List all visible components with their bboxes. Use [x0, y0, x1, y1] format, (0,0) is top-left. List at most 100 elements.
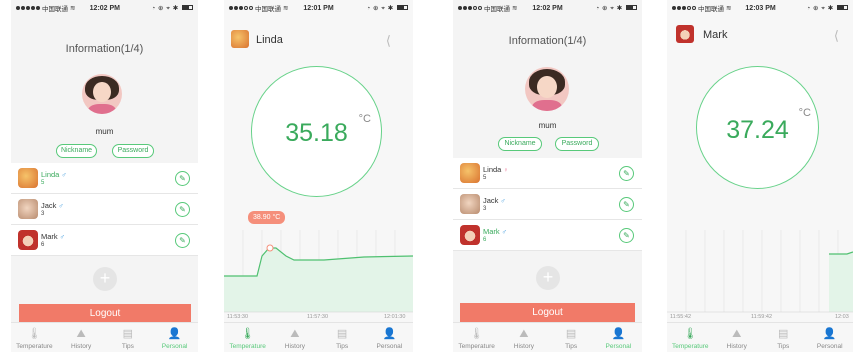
status-bar: 中国联通 ≋ 12:02 PM ◔ ⊕ ⌖ ✱ — [11, 0, 198, 16]
tab-temperature[interactable]: 🌡 Temperature — [667, 323, 714, 352]
tips-icon: ▤ — [336, 328, 348, 340]
nickname-display: mum — [95, 127, 114, 136]
list-item[interactable]: Jack ♂ 3 ✎ — [453, 189, 642, 220]
page-title: Information(1/4) — [508, 35, 587, 47]
status-time: 12:01 PM — [303, 4, 334, 12]
carrier: 中国联通 — [42, 6, 68, 13]
tab-personal[interactable]: 👤 Personal — [151, 323, 198, 352]
battery-icon — [397, 5, 409, 11]
list-item[interactable]: Mark ♂ 6 ✎ — [11, 225, 198, 256]
tab-personal[interactable]: 👤 Personal — [366, 323, 413, 352]
list-item[interactable]: Linda ♂ 5 ✎ — [11, 163, 198, 194]
status-bar: 中国联通 ≋ 12:01 PM ◔ ⊕ ⌖ ✱ — [224, 0, 413, 16]
status-time: 12:02 PM — [532, 4, 563, 12]
tab-temperature[interactable]: 🌡 Temperature — [11, 323, 58, 352]
profile-avatar[interactable] — [231, 30, 249, 48]
peak-tooltip: 38.90 °C — [248, 211, 286, 224]
member-value: 6 — [41, 242, 45, 248]
tab-tips[interactable]: ▤ Tips — [319, 323, 366, 352]
tab-history[interactable]: ⛰ History — [714, 323, 761, 352]
tab-personal[interactable]: 👤 Personal — [807, 323, 853, 352]
nickname-button[interactable]: Nickname — [56, 144, 97, 158]
member-avatar — [18, 230, 38, 250]
tab-history[interactable]: ⛰ History — [271, 323, 318, 352]
thermometer-icon: 🌡 — [27, 328, 42, 340]
list-item[interactable]: Jack ♂ 3 ✎ — [11, 194, 198, 225]
member-value: 3 — [41, 211, 45, 217]
add-member-button[interactable]: + — [93, 267, 117, 291]
logout-button[interactable]: Logout — [460, 303, 635, 322]
signal-icon — [458, 6, 482, 10]
history-icon: ⛰ — [732, 328, 742, 340]
screenshot-collage: 中国联通 ≋ 12:02 PM ◔ ⊕ ⌖ ✱ Information(1/4) … — [0, 0, 853, 352]
member-avatar — [18, 168, 38, 188]
screen-temperature-mark: 中国联通 ≋ 12:03 PM ◔ ⊕ ⌖ ✱ Mark ⟨ 37.24 °C 1… — [667, 0, 853, 352]
tab-personal[interactable]: 👤 Personal — [595, 323, 642, 352]
history-icon: ⛰ — [290, 328, 300, 340]
member-avatar — [460, 194, 480, 214]
profile-avatar[interactable] — [676, 25, 694, 43]
share-icon[interactable]: ⟨ — [834, 28, 839, 44]
member-list: Linda ♂ 5 ✎ Jack ♂ 3 ✎ Mark ♂ 6 ✎ — [11, 163, 198, 256]
person-icon: 👤 — [382, 328, 397, 340]
tab-temperature[interactable]: 🌡 Temperature — [224, 323, 271, 352]
temperature-reading: 37.24 — [726, 116, 789, 144]
password-button[interactable]: Password — [555, 137, 599, 151]
screen-temperature-linda: 中国联通 ≋ 12:01 PM ◔ ⊕ ⌖ ✱ Linda ⟨ 35.18 °C … — [224, 0, 413, 352]
add-member-button[interactable]: + — [536, 266, 560, 290]
nickname-button[interactable]: Nickname — [498, 137, 542, 151]
edit-icon[interactable]: ✎ — [619, 197, 634, 212]
member-name: Jack — [483, 196, 499, 205]
status-icons: ◔ ⊕ ⌖ ✱ — [577, 4, 638, 13]
status-bar: 中国联通 ≋ 12:02 PM ◔ ⊕ ⌖ ✱ — [453, 0, 642, 16]
edit-icon[interactable]: ✎ — [175, 202, 190, 217]
x-tick: 12:03 — [835, 314, 849, 320]
avatar[interactable] — [82, 74, 122, 114]
edit-icon[interactable]: ✎ — [619, 166, 634, 181]
edit-icon[interactable]: ✎ — [175, 233, 190, 248]
tab-bar: 🌡 Temperature ⛰ History ▤ Tips 👤 Personal — [667, 322, 853, 352]
thermometer-icon: 🌡 — [683, 328, 698, 340]
male-icon: ♂ — [58, 203, 64, 210]
edit-icon[interactable]: ✎ — [175, 171, 190, 186]
status-time: 12:02 PM — [89, 4, 121, 12]
edit-icon[interactable]: ✎ — [619, 228, 634, 243]
person-icon: 👤 — [167, 328, 182, 340]
list-item[interactable]: Mark ♂ 6 ✎ — [453, 220, 642, 251]
status-icons: ◔ ⊕ ⌖ ✱ — [790, 4, 849, 13]
signal-icon — [229, 6, 253, 10]
screen-personal-2: 中国联通 ≋ 12:02 PM ◔ ⊕ ⌖ ✱ Information(1/4) … — [453, 0, 642, 352]
logout-button[interactable]: Logout — [19, 304, 191, 323]
status-time: 12:03 PM — [745, 4, 776, 12]
member-name: Linda — [41, 170, 60, 179]
member-avatar — [460, 163, 480, 183]
thermometer-icon: 🌡 — [240, 328, 255, 340]
temperature-chart: 11:53:30 11:57:30 12:01:30 — [224, 230, 413, 322]
member-list: Linda ♀ 5 ✎ Jack ♂ 3 ✎ Mark ♂ 6 ✎ — [453, 158, 642, 251]
tab-history[interactable]: ⛰ History — [500, 323, 547, 352]
share-icon[interactable]: ⟨ — [386, 33, 391, 49]
password-button[interactable]: Password — [112, 144, 154, 158]
list-item[interactable]: Linda ♀ 5 ✎ — [453, 158, 642, 189]
status-icons: ◔ ⊕ ⌖ ✱ — [134, 4, 194, 13]
male-icon: ♂ — [501, 229, 507, 236]
member-value: 3 — [483, 206, 487, 212]
tab-tips[interactable]: ▤ Tips — [548, 323, 595, 352]
x-tick: 11:59:42 — [751, 314, 773, 320]
page-title: Information(1/4) — [65, 43, 144, 55]
tab-tips[interactable]: ▤ Tips — [760, 323, 807, 352]
person-icon: 👤 — [822, 328, 837, 340]
tips-icon: ▤ — [565, 328, 577, 340]
battery-icon — [626, 5, 638, 11]
avatar[interactable] — [525, 67, 569, 111]
profile-name: Linda — [256, 34, 283, 46]
female-icon: ♀ — [503, 167, 509, 174]
tab-tips[interactable]: ▤ Tips — [105, 323, 152, 352]
tab-bar: 🌡 Temperature ⛰ History ▤ Tips 👤 Personal — [224, 322, 413, 352]
member-name: Mark — [41, 232, 58, 241]
tab-temperature[interactable]: 🌡 Temperature — [453, 323, 500, 352]
x-tick: 11:55:42 — [670, 314, 692, 320]
member-value: 6 — [483, 237, 487, 243]
temperature-unit: °C — [798, 107, 811, 119]
tab-history[interactable]: ⛰ History — [58, 323, 105, 352]
